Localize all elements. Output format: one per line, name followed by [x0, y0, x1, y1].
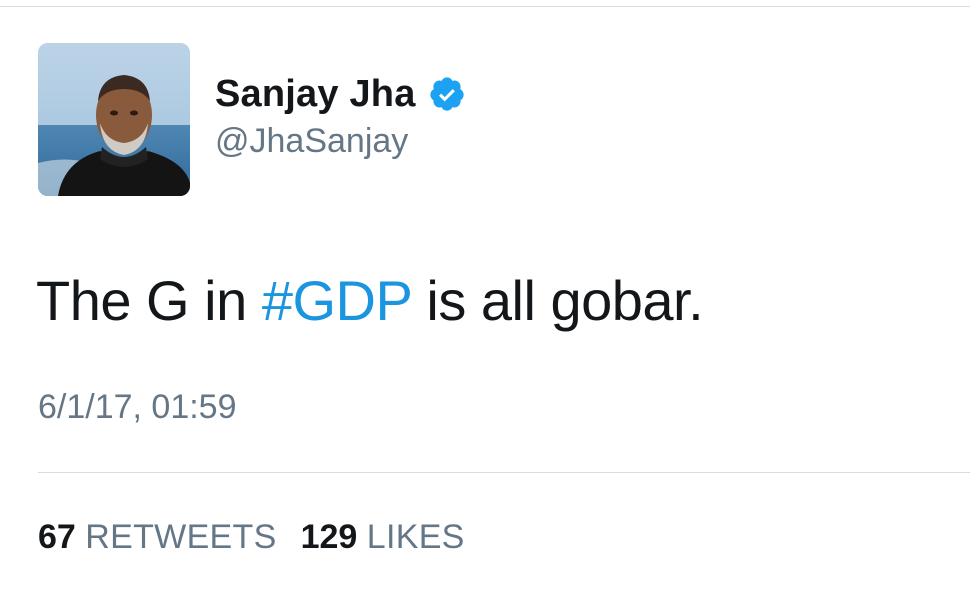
- avatar[interactable]: [38, 43, 190, 196]
- likes-stat[interactable]: 129 LIKES: [301, 518, 465, 557]
- tweet-stats: 67 RETWEETS 129 LIKES: [38, 518, 465, 557]
- retweets-stat[interactable]: 67 RETWEETS: [38, 518, 277, 557]
- retweets-label: RETWEETS: [85, 518, 277, 556]
- retweets-count: 67: [38, 518, 76, 556]
- stats-divider: [38, 472, 970, 473]
- likes-label: LIKES: [366, 518, 465, 556]
- verified-badge-icon: [428, 75, 466, 113]
- author-block: Sanjay Jha @JhaSanjay: [215, 70, 466, 161]
- hashtag-link[interactable]: #GDP: [262, 269, 412, 332]
- display-name[interactable]: Sanjay Jha: [215, 73, 416, 116]
- user-handle[interactable]: @JhaSanjay: [215, 122, 466, 161]
- tweet-text-after: is all gobar.: [411, 269, 704, 332]
- top-divider: [0, 6, 970, 7]
- name-row: Sanjay Jha: [215, 70, 466, 118]
- tweet-timestamp[interactable]: 6/1/17, 01:59: [38, 388, 237, 427]
- avatar-image: [38, 43, 190, 196]
- tweet-text: The G in #GDP is all gobar.: [36, 268, 704, 333]
- likes-count: 129: [300, 518, 358, 556]
- tweet-text-before: The G in: [36, 269, 262, 332]
